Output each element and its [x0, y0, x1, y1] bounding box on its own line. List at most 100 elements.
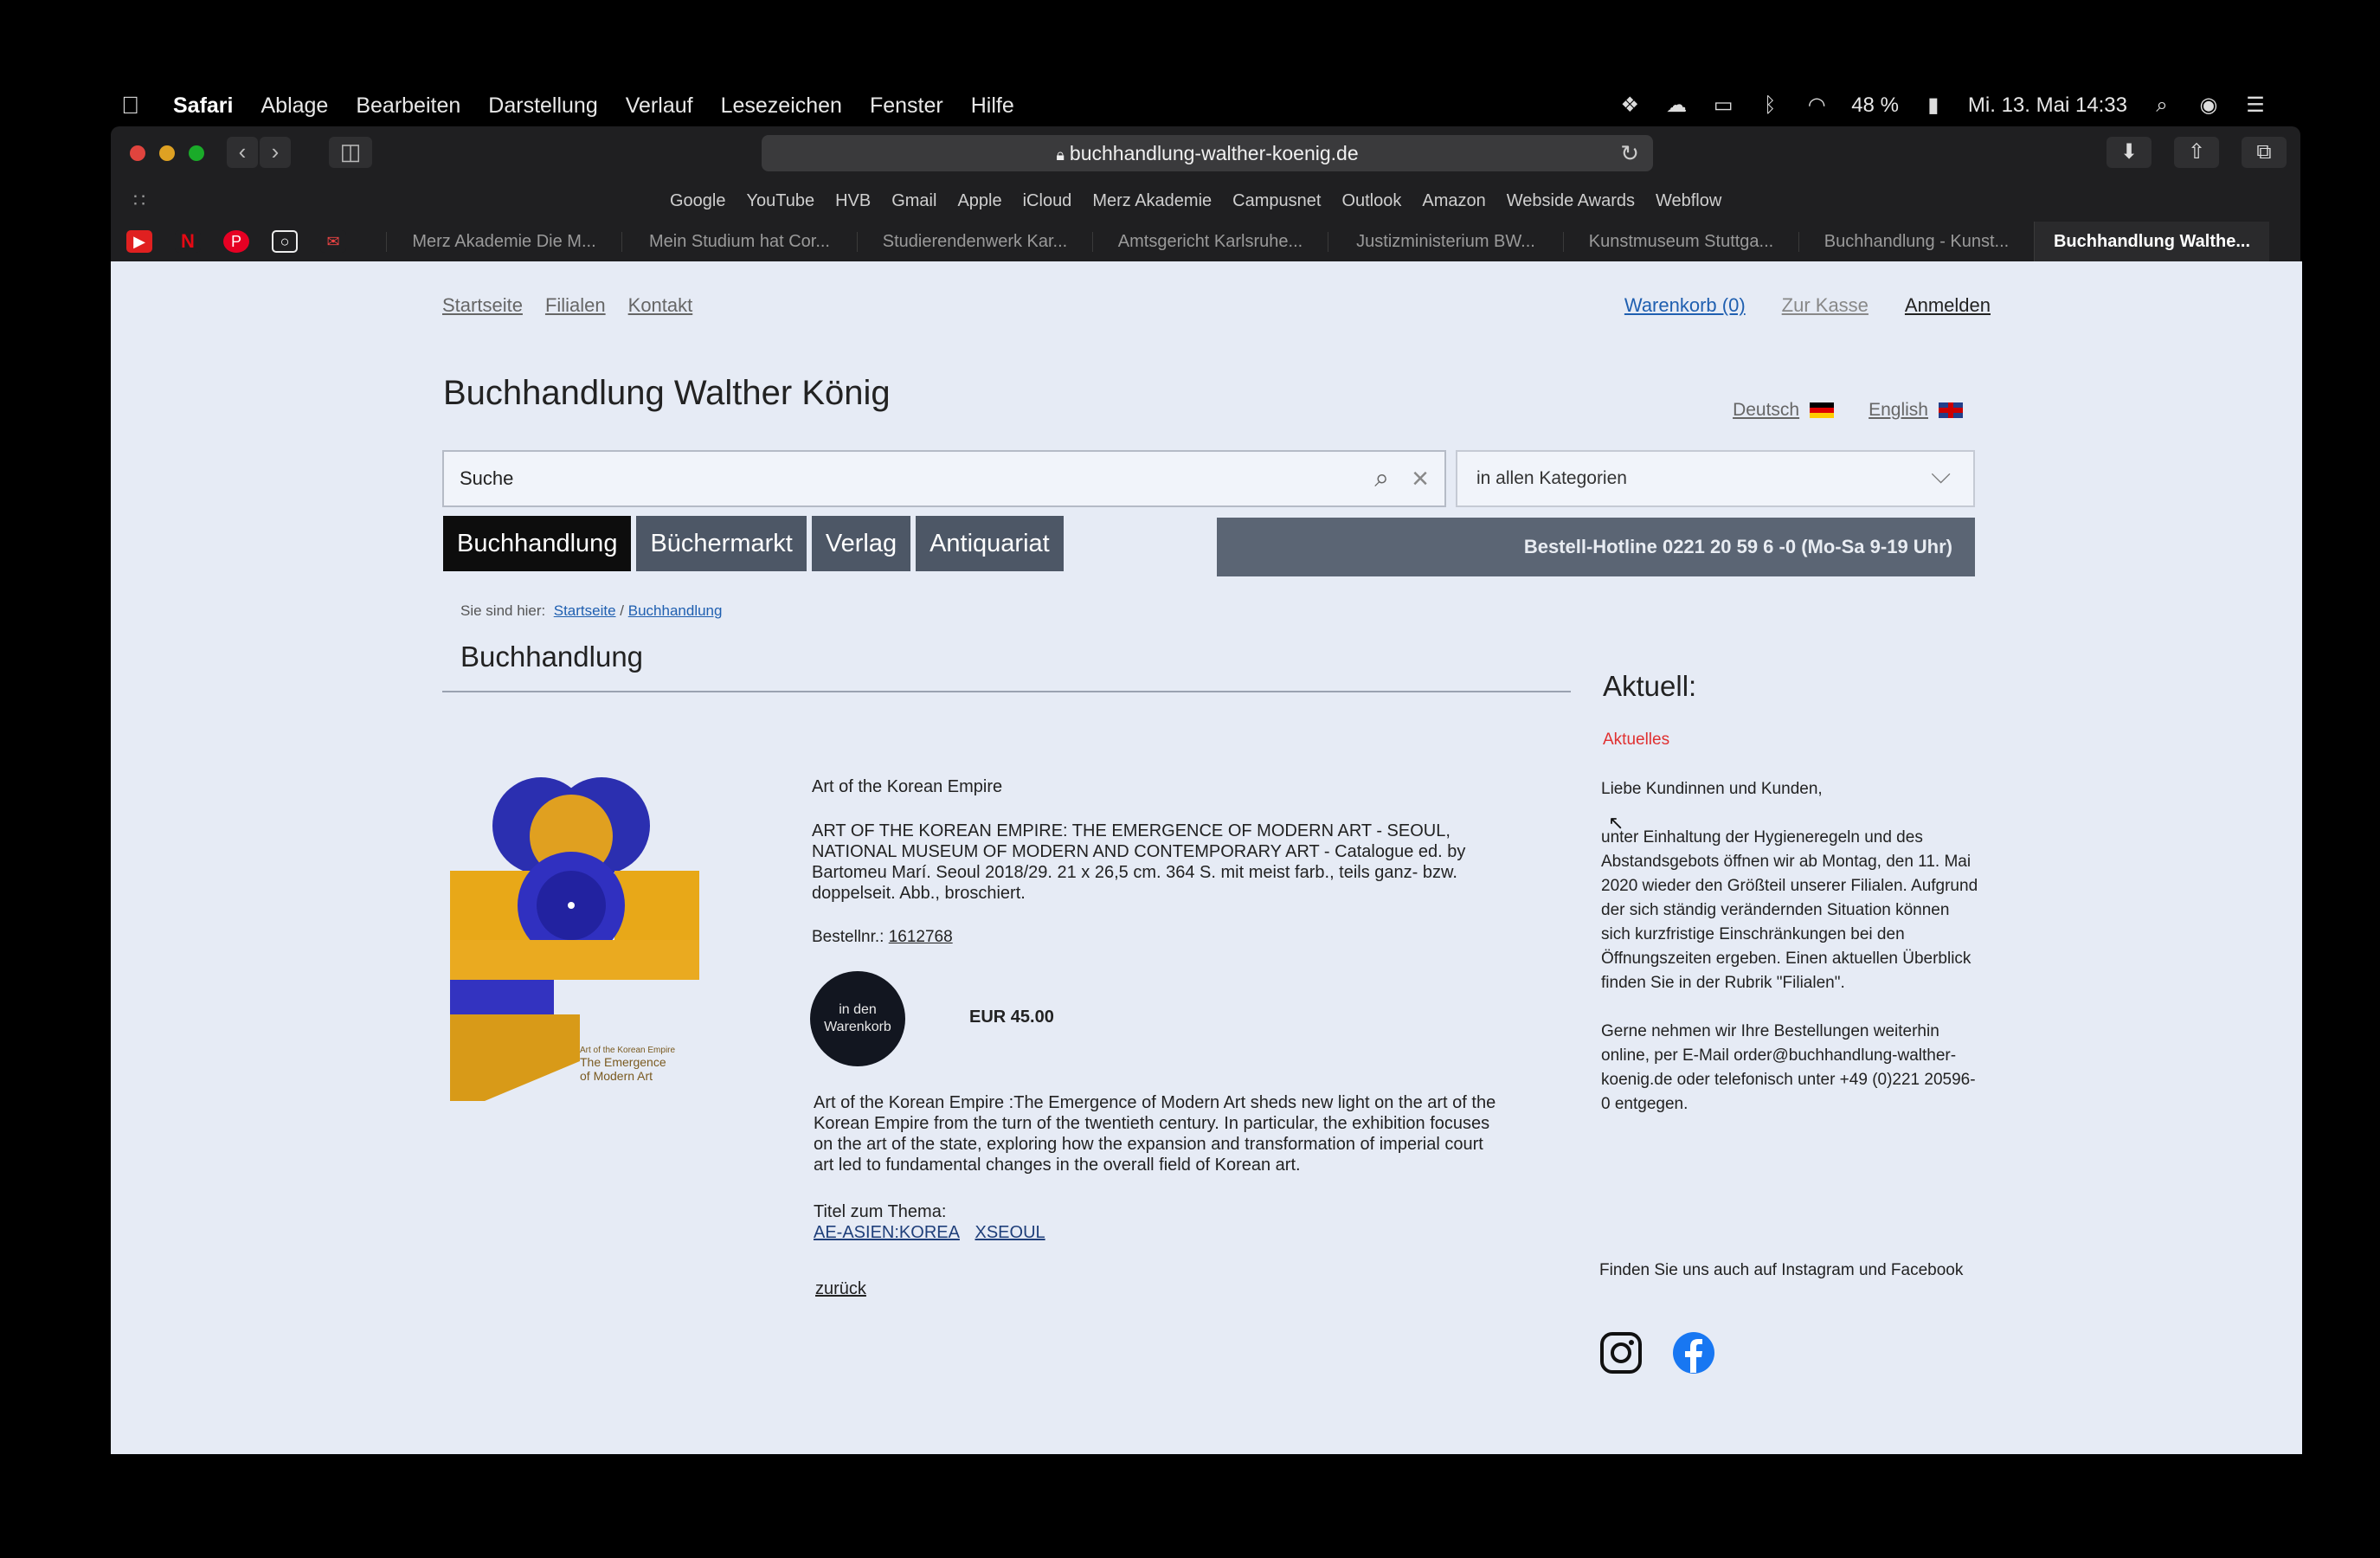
tab-overview-button[interactable]: ⧉ [2242, 137, 2287, 168]
nav-kontakt[interactable]: Kontakt [628, 294, 693, 317]
siri-icon[interactable]: ◉ [2197, 95, 2221, 116]
grid-icon[interactable]: ∷ [133, 190, 156, 212]
breadcrumb-startseite[interactable]: Startseite [554, 602, 616, 619]
tab-verlag[interactable]: Verlag [811, 516, 911, 571]
search-icon[interactable]: ⌕ [1374, 452, 1389, 505]
pinterest-icon[interactable]: P [223, 230, 249, 253]
menu-hilfe[interactable]: Hilfe [971, 93, 1014, 119]
favorite-campusnet[interactable]: Campusnet [1232, 191, 1321, 211]
tab-bar: ▶ N P ○ ✉ Merz Akademie Die M... Mein St… [111, 222, 2300, 261]
window-zoom-button[interactable] [189, 145, 204, 161]
back-button[interactable]: ‹ [227, 137, 258, 168]
menu-verlauf[interactable]: Verlauf [626, 93, 693, 119]
tab-kunstmuseum[interactable]: Kunstmuseum Stuttga... [1563, 231, 1798, 252]
tab-buechermarkt[interactable]: Büchermarkt [636, 516, 807, 571]
book-cover-image[interactable]: Art of the Korean Empire The Emergence o… [450, 776, 699, 1101]
favorite-gmail[interactable]: Gmail [891, 191, 936, 211]
display-icon[interactable]: ▭ [1711, 95, 1735, 116]
news-paragraph-1: unter Einhaltung der Hygieneregeln und d… [1601, 828, 1978, 992]
category-select[interactable]: in allen Kategorien ⌵ [1456, 450, 1975, 507]
creative-cloud-icon[interactable]: ☁ [1664, 95, 1689, 116]
favorite-outlook[interactable]: Outlook [1341, 191, 1401, 211]
main-tabs: Buchhandlung Büchermarkt Verlag Antiquar… [443, 516, 1064, 571]
back-link[interactable]: zurück [815, 1279, 866, 1299]
menu-darstellung[interactable]: Darstellung [488, 93, 597, 119]
cover-text-line3: of Modern Art [580, 1069, 653, 1083]
chevron-left-icon: ‹ [238, 138, 247, 164]
breadcrumb: Sie sind hier: Startseite / Buchhandlung [460, 602, 722, 620]
lang-de[interactable]: Deutsch [1733, 400, 1835, 421]
forward-button[interactable]: › [260, 137, 291, 168]
facebook-icon[interactable] [1672, 1331, 1715, 1375]
menubar-clock[interactable]: Mi. 13. Mai 14:33 [1968, 93, 2127, 118]
menubar-status-area: ❖ ☁ ▭ ᛒ ◠ 48 % ▮ Mi. 13. Mai 14:33 ⌕ ◉ ☰ [1618, 93, 2267, 118]
macos-menubar:  Safari Ablage Bearbeiten Darstellung V… [121, 80, 2267, 132]
top-navigation: Startseite Filialen Kontakt [442, 294, 692, 317]
favorite-webflow[interactable]: Webflow [1656, 191, 1721, 211]
notification-center-icon[interactable]: ☰ [2243, 95, 2267, 116]
tab-amtsgericht[interactable]: Amtsgericht Karlsruhe... [1092, 231, 1328, 252]
address-url: buchhandlung-walther-koenig.de [1069, 142, 1359, 164]
address-bar[interactable]: 🔒︎ buchhandlung-walther-koenig.de ↻ [762, 135, 1653, 171]
window-minimize-button[interactable] [159, 145, 175, 161]
youtube-icon[interactable]: ▶ [126, 230, 152, 253]
instagram-icon[interactable] [1599, 1331, 1643, 1375]
favorite-google[interactable]: Google [670, 191, 726, 211]
breadcrumb-buchhandlung[interactable]: Buchhandlung [628, 602, 723, 619]
related-link-korea[interactable]: AE-ASIEN:KOREA [814, 1223, 960, 1242]
battery-icon[interactable]: ▮ [1921, 95, 1946, 116]
tab-buchhandlung[interactable]: Buchhandlung [443, 516, 632, 571]
lang-en[interactable]: English [1869, 400, 1963, 421]
favorite-icloud[interactable]: iCloud [1023, 191, 1072, 211]
tab-merz-akademie[interactable]: Merz Akademie Die M... [386, 231, 621, 252]
window-close-button[interactable] [130, 145, 145, 161]
gmail-icon[interactable]: ✉ [320, 230, 346, 253]
login-link[interactable]: Anmelden [1905, 294, 1991, 317]
tab-mein-studium[interactable]: Mein Studium hat Cor... [621, 231, 857, 252]
menu-bearbeiten[interactable]: Bearbeiten [356, 93, 460, 119]
dropbox-icon[interactable]: ❖ [1618, 95, 1642, 116]
site-title[interactable]: Buchhandlung Walther König [443, 374, 891, 413]
pinned-tabs: ▶ N P ○ ✉ [126, 230, 386, 253]
clear-icon[interactable]: × [1412, 452, 1429, 505]
favorite-hvb[interactable]: HVB [835, 191, 871, 211]
favorite-merz-akademie[interactable]: Merz Akademie [1092, 191, 1212, 211]
search-input[interactable]: Suche ⌕ × [442, 450, 1446, 507]
favorite-webside-awards[interactable]: Webside Awards [1507, 191, 1635, 211]
order-number: Bestellnr.: 1612768 [812, 928, 953, 947]
menu-fenster[interactable]: Fenster [870, 93, 943, 119]
share-button[interactable]: ⇧ [2174, 137, 2219, 168]
spotlight-search-icon[interactable]: ⌕ [2150, 95, 2174, 116]
tab-studierendenwerk[interactable]: Studierendenwerk Kar... [857, 231, 1092, 252]
apple-icon[interactable]:  [121, 92, 144, 119]
checkout-link[interactable]: Zur Kasse [1782, 294, 1869, 317]
instagram-icon[interactable]: ○ [272, 230, 298, 253]
order-number-link[interactable]: 1612768 [889, 928, 953, 946]
favorite-youtube[interactable]: YouTube [747, 191, 815, 211]
wifi-icon[interactable]: ◠ [1804, 95, 1829, 116]
menu-ablage[interactable]: Ablage [261, 93, 328, 119]
downloads-button[interactable]: ⬇ [2107, 137, 2152, 168]
favorite-apple[interactable]: Apple [957, 191, 1001, 211]
favorite-amazon[interactable]: Amazon [1422, 191, 1485, 211]
news-text: Liebe Kundinnen und Kunden, unter Einhal… [1601, 777, 1982, 1141]
chevron-down-icon: ⌵ [1931, 460, 1951, 489]
cover-text-line1: Art of the Korean Empire [580, 1046, 675, 1055]
menu-lesezeichen[interactable]: Lesezeichen [721, 93, 842, 119]
cart-link[interactable]: Warenkorb (0) [1624, 294, 1746, 317]
tab-justizministerium[interactable]: Justizministerium BW... [1328, 231, 1563, 252]
add-to-cart-button[interactable]: in den Warenkorb [810, 971, 905, 1066]
tab-buchhandlung-kunst[interactable]: Buchhandlung - Kunst... [1798, 231, 2034, 252]
tab-buchhandlung-walther-active[interactable]: Buchhandlung Walthe... [2034, 222, 2269, 261]
nav-startseite[interactable]: Startseite [442, 294, 523, 317]
nav-filialen[interactable]: Filialen [545, 294, 606, 317]
menu-app-safari[interactable]: Safari [173, 93, 233, 119]
news-link-aktuelles[interactable]: Aktuelles [1603, 731, 1669, 750]
tab-antiquariat[interactable]: Antiquariat [916, 516, 1064, 571]
sidebar-toggle-button[interactable]: ◫ [329, 137, 372, 168]
related-link-seoul[interactable]: XSEOUL [975, 1223, 1045, 1242]
netflix-icon[interactable]: N [175, 230, 201, 253]
reload-icon[interactable]: ↻ [1620, 135, 1639, 171]
bluetooth-icon[interactable]: ᛒ [1758, 95, 1782, 116]
chevron-right-icon: › [271, 138, 280, 164]
